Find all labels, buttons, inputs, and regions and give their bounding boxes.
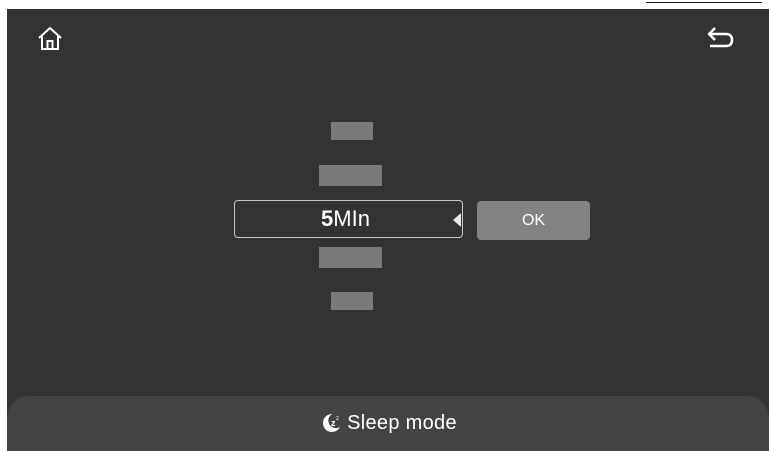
home-button[interactable] (35, 23, 65, 53)
svg-text:z: z (336, 416, 339, 422)
back-button[interactable] (704, 24, 734, 52)
wheel-option-far-above[interactable] (331, 122, 373, 140)
home-icon (38, 27, 62, 50)
back-arrow-icon (707, 27, 734, 48)
wheel-option-above[interactable] (319, 165, 382, 186)
selected-duration-field[interactable]: 5 MIn (234, 200, 463, 238)
ok-button[interactable]: OK (477, 201, 590, 240)
wheel-option-far-below[interactable] (331, 292, 373, 310)
sleep-moon-icon: z z (323, 413, 341, 432)
selected-unit: MIn (333, 206, 370, 231)
device-screen: 5 MIn OK z z Sleep mode (7, 9, 769, 451)
selected-number: 5 (321, 206, 334, 231)
wheel-option-below[interactable] (319, 247, 382, 268)
triangle-left-icon (453, 213, 461, 227)
top-divider-line (646, 2, 762, 3)
sleep-mode-indicator: z z Sleep mode (7, 401, 769, 445)
mode-label: Sleep mode (347, 411, 457, 434)
